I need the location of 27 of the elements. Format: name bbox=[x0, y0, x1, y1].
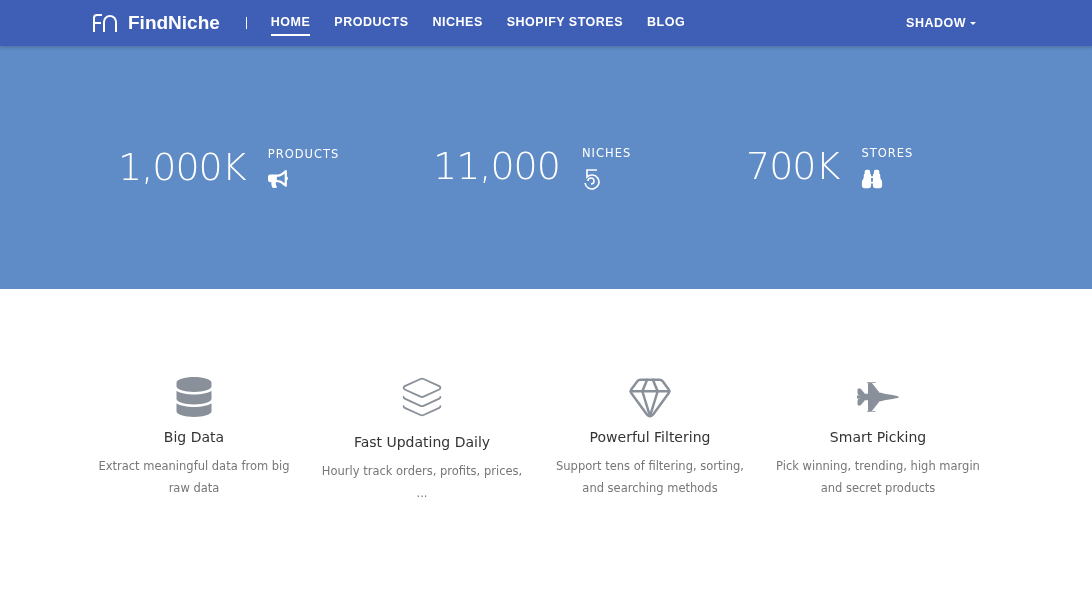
feature-title: Smart Picking bbox=[829, 429, 927, 445]
megaphone-icon bbox=[267, 168, 288, 189]
nav-link[interactable]: BLOG bbox=[647, 0, 686, 46]
database-icon bbox=[174, 377, 214, 417]
layers-icon bbox=[400, 375, 444, 419]
feature-description: Extract meaningful data from big raw data bbox=[97, 458, 291, 497]
feature-title: Powerful Filtering bbox=[589, 429, 711, 445]
stat-label: PRODUCTS bbox=[267, 146, 340, 161]
stat-value: 11,000 bbox=[433, 143, 560, 188]
stat-label: NICHES bbox=[581, 145, 632, 160]
feature-title: Fast Updating Daily bbox=[353, 434, 491, 450]
feature-description: Support tens of filtering, sorting, and searching methods bbox=[555, 458, 745, 497]
feature-description: Pick winning, trending, high margin and secret products bbox=[775, 458, 981, 497]
stat-value: 1,000K bbox=[118, 144, 246, 189]
nav-link[interactable]: NICHES bbox=[432, 0, 483, 46]
nav-link[interactable]: PRODUCTS bbox=[334, 0, 409, 46]
user-menu[interactable]: SHADOW bbox=[906, 16, 976, 30]
feature-description: Hourly track orders, profits, prices, ... bbox=[320, 463, 524, 502]
nav-link[interactable]: HOME bbox=[270, 0, 311, 46]
stat-label: STORES bbox=[861, 145, 914, 160]
feature-title: Big Data bbox=[163, 429, 225, 445]
spiral-icon bbox=[581, 167, 600, 190]
logo[interactable]: FindNiche bbox=[92, 12, 220, 34]
binoculars-icon bbox=[861, 167, 884, 190]
caret-icon bbox=[970, 21, 976, 25]
stat-value: 700K bbox=[746, 143, 840, 188]
nav-link[interactable]: SHOPIFY STORES bbox=[506, 0, 624, 46]
